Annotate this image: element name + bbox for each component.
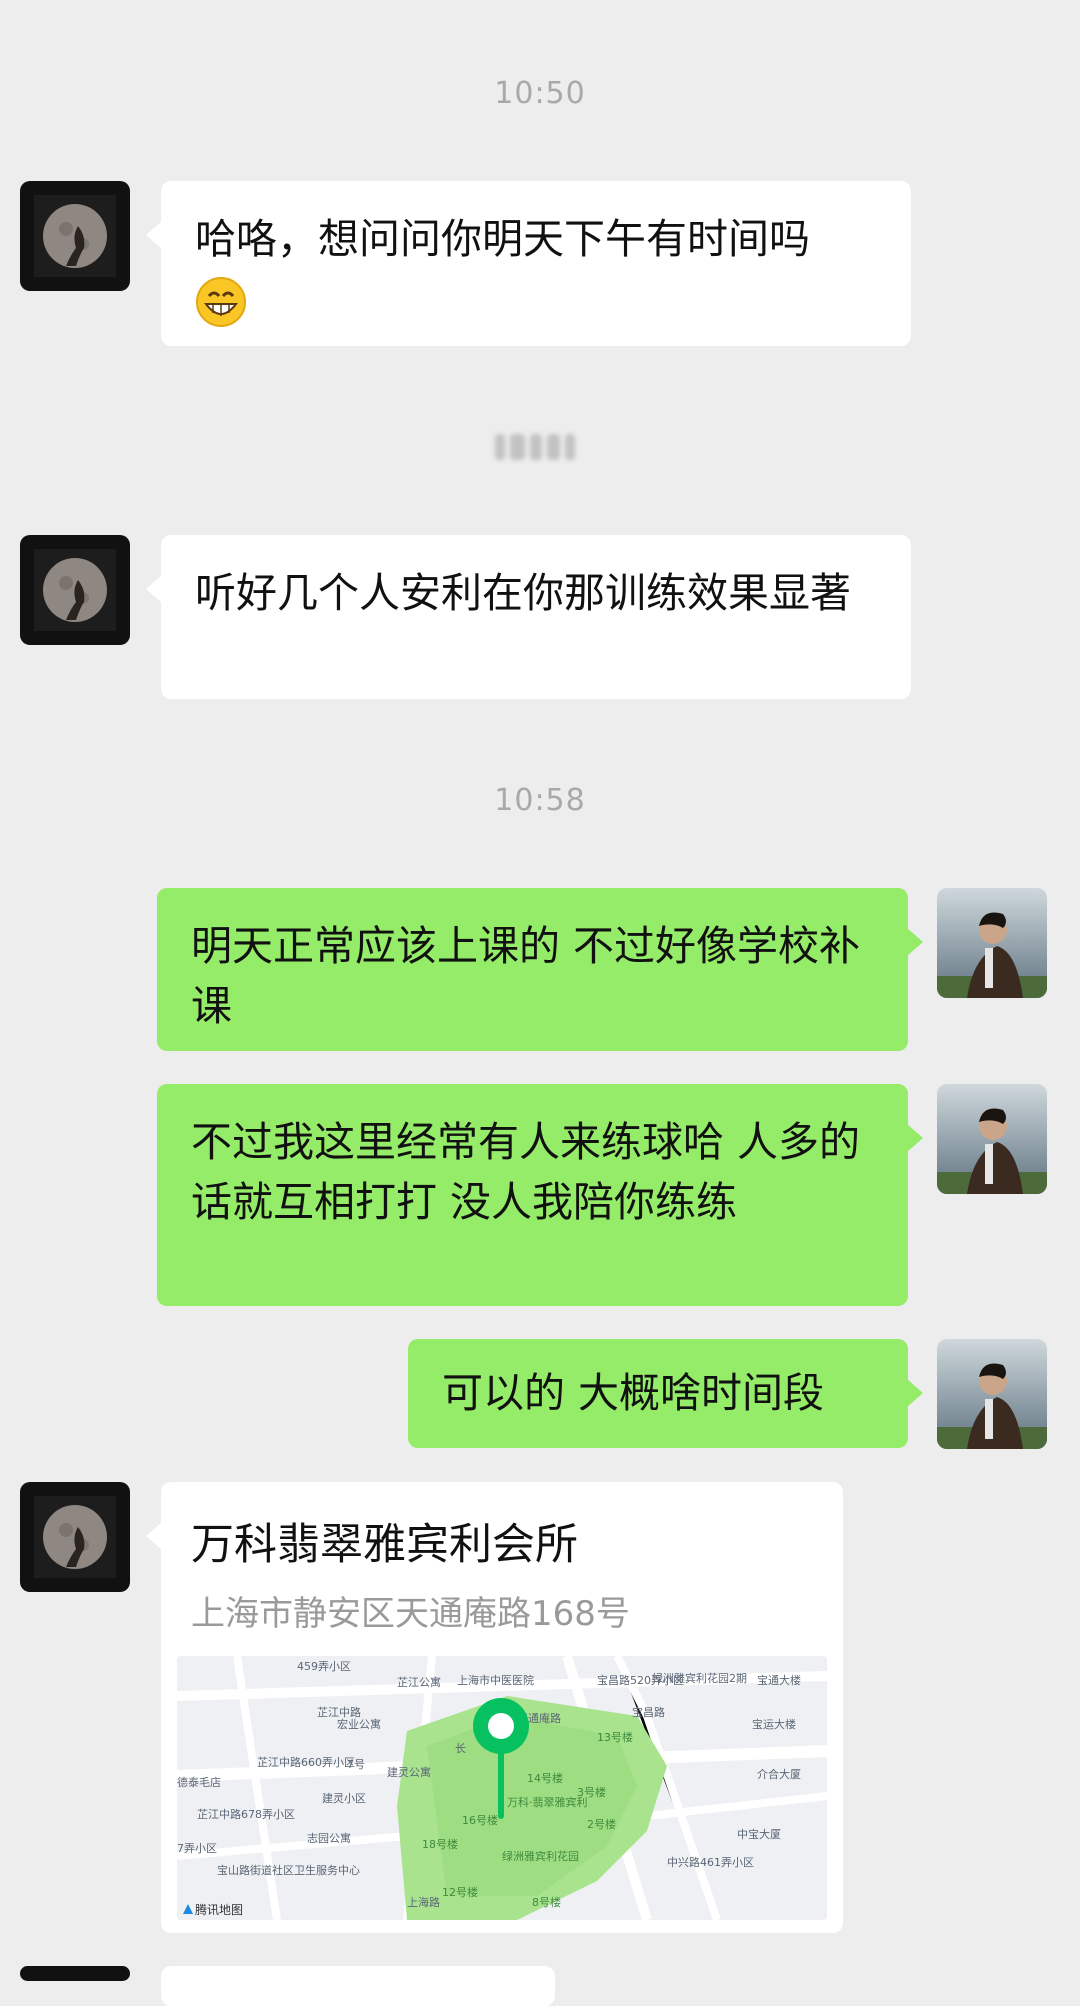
self-avatar[interactable] xyxy=(937,1084,1047,1194)
map-label: 绿洲雅宾利花园 xyxy=(502,1849,579,1863)
message-bubble-received[interactable]: 哈咯，想问问你明天下午有时间吗 xyxy=(146,181,911,346)
map-label: 3号楼 xyxy=(577,1785,606,1799)
map-label: 7弄小区 xyxy=(177,1842,217,1855)
map-label: 宝通大楼 xyxy=(757,1673,801,1687)
map-label: 宏业公寓 xyxy=(337,1717,381,1731)
contact-avatar[interactable] xyxy=(20,535,130,645)
self-avatar[interactable] xyxy=(937,888,1047,998)
location-map[interactable]: 459弄小区 上海市中医医院 芷江公寓 宝昌路520弄小区 绿洲雅宾利花园2期 … xyxy=(177,1656,827,1920)
map-label: 上海路 xyxy=(407,1895,440,1909)
map-label: 志园公寓 xyxy=(307,1831,351,1845)
map-label: 建灵公寓 xyxy=(387,1765,431,1779)
contact-avatar[interactable] xyxy=(20,1482,130,1592)
map-label: 459弄小区 xyxy=(297,1660,351,1673)
contact-avatar[interactable] xyxy=(20,181,130,291)
map-label: 16号楼 xyxy=(462,1813,498,1827)
timestamp: 10:58 xyxy=(494,783,586,818)
map-label: 中兴路461弄小区 xyxy=(667,1856,754,1869)
message-bubble-sent[interactable]: 可以的 大概啥时间段 xyxy=(408,1339,923,1448)
map-label: 2号楼 xyxy=(587,1817,616,1831)
map-label: 芷江中路678弄小区 xyxy=(197,1808,295,1821)
location-title: 万科翡翠雅宾利会所 xyxy=(191,1520,578,1570)
map-label: 德泰毛店 xyxy=(177,1775,221,1789)
map-label: 宝山路街道社区卫生服务中心 xyxy=(217,1863,360,1877)
map-label: 介合大厦 xyxy=(757,1767,801,1781)
contact-avatar[interactable] xyxy=(20,1966,130,1981)
message-text: 不过我这里经常有人来练球哈 人多的话就互相打打 没人我陪你练练 xyxy=(191,1118,861,1226)
map-label: 12号楼 xyxy=(442,1885,478,1899)
timestamp: 10:50 xyxy=(494,76,586,111)
svg-text:腾讯地图: 腾讯地图 xyxy=(195,1902,243,1917)
self-avatar[interactable] xyxy=(937,1339,1047,1449)
message-text: 可以的 大概啥时间段 xyxy=(442,1369,825,1417)
message-bubble-sent[interactable]: 不过我这里经常有人来练球哈 人多的话就互相打打 没人我陪你练练 xyxy=(157,1084,923,1306)
map-label: 宝昌路 xyxy=(632,1705,665,1719)
message-text: 明天正常应该上课的 不过好像学校补课 xyxy=(191,922,861,1030)
map-label: 13号楼 xyxy=(597,1730,633,1744)
map-label: 绿洲雅宾利花园2期 xyxy=(652,1671,747,1685)
map-label: 14号楼 xyxy=(527,1771,563,1785)
map-label: 万科·翡翠雅宾利 xyxy=(507,1795,588,1809)
map-label: 宝运大楼 xyxy=(752,1717,796,1731)
blurred-system-notice xyxy=(495,432,575,462)
map-label: 长 xyxy=(455,1742,466,1755)
map-label: 芷江公寓 xyxy=(397,1675,441,1689)
message-bubble-received[interactable]: 听好几个人安利在你那训练效果显著 xyxy=(146,535,911,699)
map-label: 7号 xyxy=(347,1758,365,1771)
message-text: 听好几个人安利在你那训练效果显著 xyxy=(195,569,851,617)
message-text: 哈咯，想问问你明天下午有时间吗 xyxy=(195,215,810,263)
map-label: 上海市中医医院 xyxy=(457,1673,534,1687)
location-card[interactable]: 万科翡翠雅宾利会所 上海市静安区天通庵路168号 459弄小区 上海市中医医院 … xyxy=(146,1482,843,1933)
message-bubble-sent[interactable]: 明天正常应该上课的 不过好像学校补课 xyxy=(157,888,923,1051)
grinning-face-emoji-icon xyxy=(196,277,246,327)
location-address: 上海市静安区天通庵路168号 xyxy=(191,1594,630,1634)
map-label: 8号楼 xyxy=(532,1895,561,1909)
map-label: 中宝大厦 xyxy=(737,1827,781,1841)
map-label: 芷江中路660弄小区 xyxy=(257,1756,355,1769)
message-bubble-received[interactable] xyxy=(161,1966,555,2006)
map-label: 18号楼 xyxy=(422,1837,458,1851)
map-label: 建灵小区 xyxy=(322,1791,366,1805)
